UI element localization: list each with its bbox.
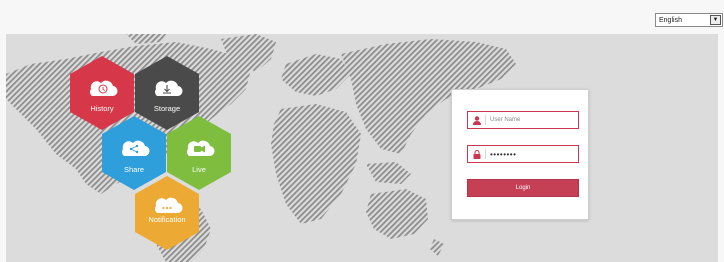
password-field[interactable]: •••••••• [467, 145, 579, 163]
username-field[interactable]: User Name [467, 111, 579, 129]
language-select-value: English [659, 16, 682, 24]
user-icon [471, 112, 483, 128]
username-placeholder: User Name [490, 117, 521, 123]
language-select[interactable]: English ▼ [655, 13, 723, 27]
lock-icon [471, 146, 483, 162]
login-panel: User Name •••••••• Login [451, 89, 589, 220]
field-divider [485, 149, 486, 159]
share-label: Share [124, 165, 144, 174]
login-button[interactable]: Login [467, 179, 579, 197]
storage-label: Storage [154, 104, 180, 113]
field-divider [485, 115, 486, 125]
live-label: Live [192, 165, 206, 174]
history-label: History [90, 104, 114, 113]
chevron-down-icon[interactable]: ▼ [710, 15, 721, 25]
feature-hexagons: History Storage Share Live Notification [70, 56, 231, 250]
top-bar: English ▼ [0, 0, 724, 34]
share-hexagon[interactable]: Share [102, 116, 166, 190]
live-hexagon[interactable]: Live [167, 116, 231, 190]
notification-hexagon[interactable]: Notification [135, 176, 199, 250]
notification-label: Notification [148, 215, 185, 224]
storage-hexagon[interactable]: Storage [135, 56, 199, 130]
login-stage: History Storage Share Live Notification … [6, 34, 718, 262]
history-hexagon[interactable]: History [70, 56, 134, 130]
password-mask: •••••••• [490, 149, 517, 159]
